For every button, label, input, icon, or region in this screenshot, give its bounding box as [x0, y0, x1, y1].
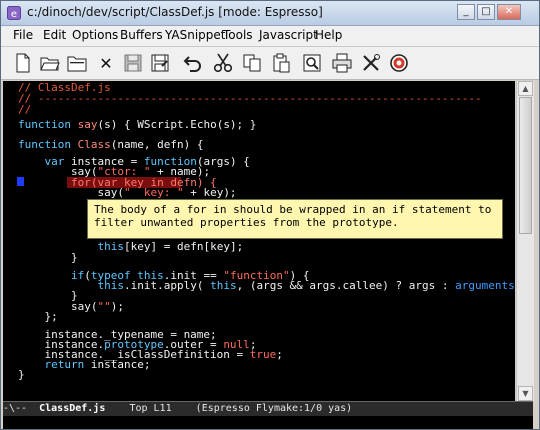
- print-icon[interactable]: [331, 52, 353, 74]
- code-editor[interactable]: // ClassDef.js // ----------------------…: [3, 81, 515, 401]
- menu-options[interactable]: Options: [72, 28, 118, 42]
- copy-icon[interactable]: [241, 52, 263, 74]
- menu-help[interactable]: Help: [315, 28, 342, 42]
- toolbar: ✕: [1, 47, 539, 80]
- open-directory-icon[interactable]: [66, 52, 88, 74]
- scroll-down-arrow-icon[interactable]: ▼: [518, 386, 533, 401]
- echo-area[interactable]: [3, 416, 533, 429]
- scrollbar-thumb[interactable]: [519, 97, 532, 234]
- save-icon[interactable]: [122, 52, 144, 74]
- new-file-icon[interactable]: [12, 52, 34, 74]
- emacs-app-icon: e: [7, 6, 21, 20]
- title-bar[interactable]: e c:/dinoch/dev/script/ClassDef.js [mode…: [1, 1, 539, 26]
- undo-icon[interactable]: [182, 52, 204, 74]
- close-buffer-icon[interactable]: ✕: [95, 52, 117, 74]
- help-icon[interactable]: [388, 52, 410, 74]
- emacs-window: e c:/dinoch/dev/script/ClassDef.js [mode…: [0, 0, 540, 430]
- menu-edit[interactable]: Edit: [43, 28, 66, 42]
- vertical-scrollbar[interactable]: ▲ ▼: [516, 81, 534, 401]
- comment-line: //: [18, 103, 32, 116]
- customize-icon[interactable]: [360, 52, 382, 74]
- modeline-mode[interactable]: (Espresso Flymake:1/0 yas): [196, 403, 353, 414]
- code-line: function say(s) { WScript.Echo(s); }: [18, 118, 257, 131]
- maximize-button[interactable]: □: [477, 4, 495, 20]
- code-line: }: [18, 251, 78, 264]
- code-line: return instance;: [44, 358, 151, 371]
- modeline-status: -\--: [3, 403, 40, 414]
- svg-text:e: e: [11, 9, 17, 20]
- code-line: function Class(name, defn) {: [18, 138, 204, 151]
- close-button[interactable]: ✕: [497, 4, 521, 20]
- close-glyph: ✕: [99, 53, 113, 73]
- save-as-icon[interactable]: [149, 52, 171, 74]
- minimize-button[interactable]: _: [457, 4, 475, 20]
- code-line: }: [18, 368, 25, 381]
- comment-rule: // -------------------------------------…: [18, 92, 482, 105]
- cut-icon[interactable]: [212, 52, 234, 74]
- menu-bar: File Edit Options Buffers YASnippet Tool…: [1, 26, 539, 47]
- code-line: this.init.apply( this, (args && args.cal…: [97, 279, 515, 292]
- search-icon[interactable]: [301, 52, 323, 74]
- menu-yasnippet[interactable]: YASnippet: [165, 28, 226, 42]
- scroll-up-arrow-icon[interactable]: ▲: [518, 81, 533, 96]
- mode-line: -\-- ClassDef.js Top L11 (Espresso Flyma…: [3, 401, 533, 416]
- paste-icon[interactable]: [270, 52, 292, 74]
- flymake-error-tooltip: The body of a for in should be wrapped i…: [87, 199, 503, 239]
- window-title: c:/dinoch/dev/script/ClassDef.js [mode: …: [27, 5, 323, 19]
- open-folder-icon[interactable]: [39, 52, 61, 74]
- modeline-position: Top L11: [105, 403, 196, 414]
- menu-tools[interactable]: Tools: [223, 28, 253, 42]
- menu-buffers[interactable]: Buffers: [120, 28, 163, 42]
- menu-javascript[interactable]: Javascript: [259, 28, 318, 42]
- code-line: };: [18, 310, 58, 323]
- code-line: say(" key: " + key);: [18, 186, 237, 199]
- menu-file[interactable]: File: [13, 28, 33, 42]
- modeline-buffer-name[interactable]: ClassDef.js: [39, 403, 105, 414]
